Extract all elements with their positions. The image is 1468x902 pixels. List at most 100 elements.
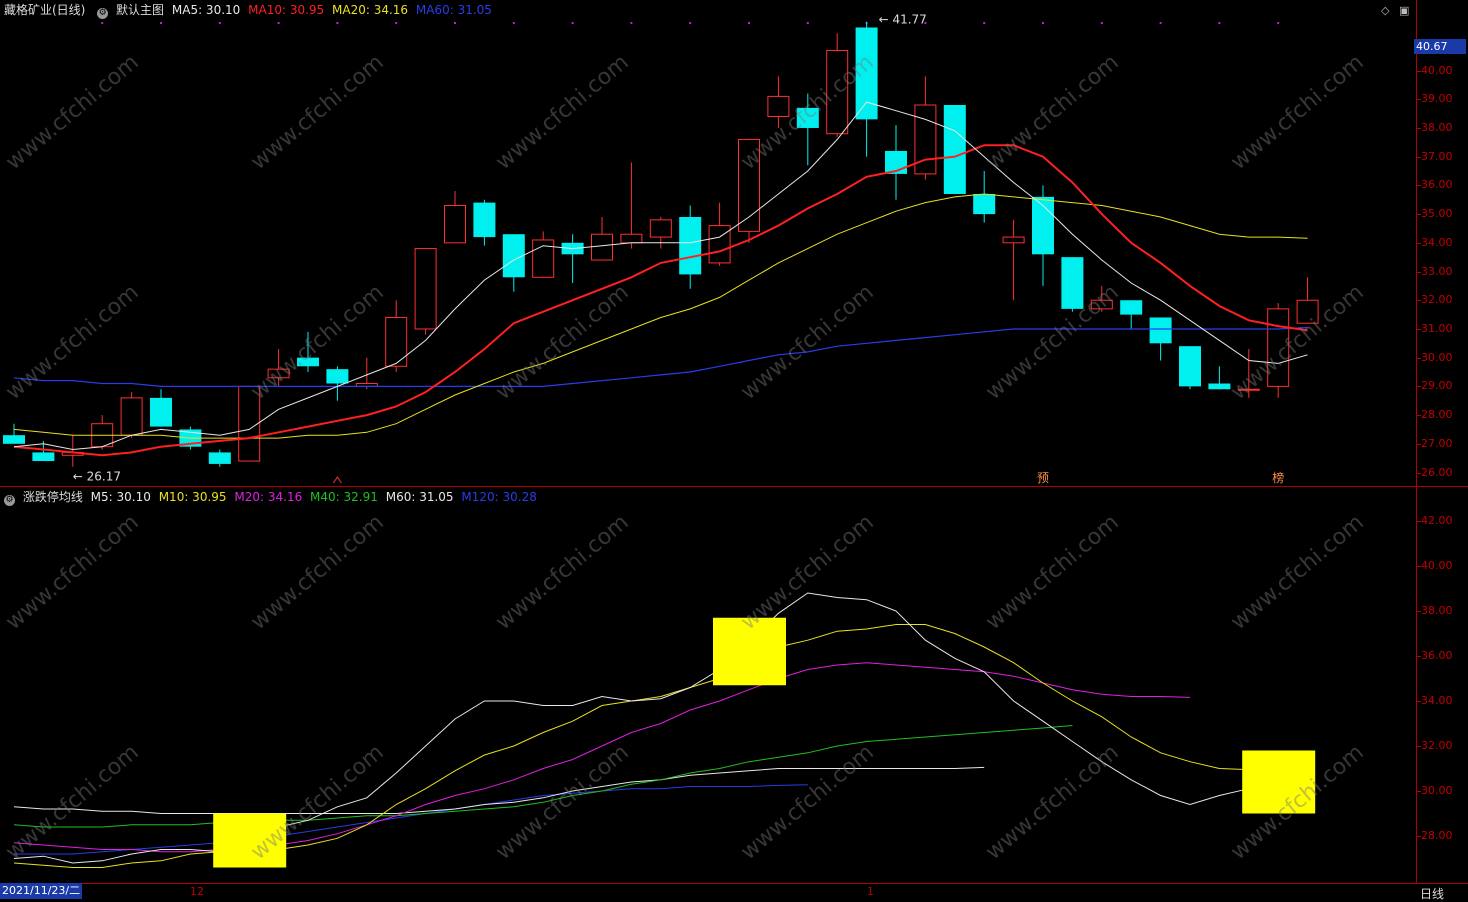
price-axis-tick: 27.00: [1421, 436, 1453, 450]
candle-body-up: [914, 104, 937, 175]
top-marker-dot: [1277, 22, 1280, 24]
m20-value: M20: 34.16: [234, 490, 303, 504]
indicator-header: ⚙ 涨跌停均线 M5: 30.10 M10: 30.95 M20: 34.16 …: [4, 490, 541, 506]
limit-marker-box: [713, 617, 786, 686]
candle-body-down: [855, 27, 878, 120]
top-marker-dot: [218, 22, 221, 24]
top-marker-dot: [806, 22, 809, 24]
stock-title[interactable]: 藏格矿业(日线): [4, 3, 85, 17]
price-axis-mark: [1417, 472, 1421, 474]
candle-body-down: [473, 202, 496, 238]
price-axis-mark: [1417, 156, 1421, 158]
price-axis-mark: [1417, 271, 1421, 273]
candle-body-up: [649, 219, 672, 238]
candle-body-up: [620, 233, 643, 244]
month-label-1: 1: [867, 885, 874, 898]
price-axis-tick: 28.00: [1421, 408, 1453, 422]
indicator-axis-tick: 28.00: [1421, 829, 1453, 842]
price-axis: 40.00 39.00 38.00 37.00 36.00 35.00 34.00 33.00…: [1416, 0, 1468, 486]
period-selector[interactable]: 日线: [1420, 885, 1444, 902]
candlestick-chart[interactable]: ← 41.77 ← 26.17 预 榜: [0, 0, 1416, 486]
m120-value: M120: 30.28: [461, 490, 537, 504]
up-arrow-icon: [332, 476, 342, 484]
indicator-axis-mark: [1417, 836, 1421, 837]
indicator-pane[interactable]: ⚙ 涨跌停均线 M5: 30.10 M10: 30.95 M20: 34.16 …: [0, 487, 1416, 883]
current-price-tag: 40.67: [1414, 39, 1466, 54]
top-marker-dot: [1218, 22, 1221, 24]
m5-line: [13, 592, 1249, 864]
price-axis-mark: [1417, 300, 1421, 302]
candle-body-up: [708, 225, 731, 264]
candle-body-down: [973, 194, 996, 215]
m40-line: [13, 725, 1073, 828]
candle-body-down: [1061, 257, 1084, 309]
candle-body-down: [1179, 346, 1201, 387]
gear-icon[interactable]: ⚙: [4, 495, 15, 506]
main-chart-pane[interactable]: ← 41.77 ← 26.17 预 榜 藏格矿业(日线) ⚙ 默认主图 MA5: 30…: [0, 0, 1416, 486]
m10-line: [13, 624, 1249, 868]
price-axis-mark: [1417, 328, 1421, 330]
ma20-value: MA20: 34.16: [332, 3, 409, 17]
m60-line: [13, 766, 985, 814]
top-marker-dot: [101, 22, 104, 24]
m10-value: M10: 30.95: [158, 490, 227, 504]
top-marker-dot: [160, 22, 162, 24]
ma60-line: [13, 326, 1308, 387]
indicator-axis-tick: 30.00: [1421, 784, 1453, 797]
candle-body-up: [1237, 388, 1260, 391]
candle-body-down: [297, 357, 319, 367]
low-price-label: ← 26.17: [73, 470, 121, 484]
candle-body-down: [1149, 317, 1172, 344]
restore-icon[interactable]: ▣: [1399, 4, 1409, 17]
price-axis-tick: 37.00: [1421, 149, 1453, 163]
date-bar[interactable]: 2021/11/23/二 12 1 日线: [0, 883, 1468, 902]
gear-icon[interactable]: ⚙: [97, 8, 109, 19]
price-axis-tick: 38.00: [1421, 120, 1453, 134]
indicator-axis-mark: [1417, 701, 1421, 702]
candle-body-up: [238, 385, 261, 462]
ma10-value: MA10: 30.95: [248, 3, 325, 17]
high-price-label: ← 41.77: [879, 13, 927, 27]
top-marker-dot: [748, 22, 750, 24]
candle-body-down: [208, 452, 231, 464]
candle-body-up: [826, 49, 849, 135]
m5-value: M5: 30.10: [90, 490, 151, 504]
candle-body-up: [1296, 299, 1319, 324]
price-axis-mark: [1417, 357, 1421, 359]
indicator-axis: 42.00 40.00 38.00 36.00 34.00 32.00 30.00 28.00: [1416, 487, 1468, 883]
price-axis-tick: 35.00: [1421, 207, 1453, 221]
indicator-axis-mark: [1417, 791, 1421, 792]
forecast-event-label: 预: [1037, 471, 1049, 485]
candle-body-up: [385, 316, 408, 367]
price-axis-tick: 32.00: [1421, 293, 1453, 307]
limit-ma-chart[interactable]: [0, 487, 1416, 883]
candle-body-down: [1120, 300, 1143, 315]
price-axis-mark: [1417, 70, 1421, 72]
candle-body-up: [444, 204, 466, 244]
candle-body-up: [120, 397, 143, 436]
price-axis-tick: 26.00: [1421, 465, 1453, 479]
price-axis-tick: 39.00: [1421, 92, 1453, 106]
price-axis-tick: 33.00: [1421, 264, 1453, 278]
candle-body-down: [1208, 383, 1231, 390]
main-chart-label[interactable]: 默认主图: [116, 3, 164, 17]
m40-value: M40: 32.91: [310, 490, 378, 504]
candle-body-up: [267, 368, 290, 379]
top-marker-dot: [1100, 22, 1103, 24]
price-axis-mark: [1417, 443, 1421, 445]
top-marker-dot: [983, 22, 986, 24]
candle-body-down: [326, 369, 349, 384]
price-axis-tick: 29.00: [1421, 379, 1453, 393]
diamond-icon[interactable]: ◇: [1381, 4, 1389, 17]
candle-body-up: [591, 233, 613, 261]
price-axis-mark: [1417, 99, 1421, 101]
m20-line: [13, 662, 1191, 853]
price-axis-tick: 30.00: [1421, 350, 1453, 364]
top-marker-dot: [336, 22, 339, 24]
candle-body-down: [679, 216, 702, 275]
candle-body-up: [414, 248, 437, 330]
indicator-axis-tick: 32.00: [1421, 739, 1453, 752]
price-axis-tick: 36.00: [1421, 178, 1453, 192]
top-marker-dot: [512, 22, 515, 24]
indicator-title[interactable]: 涨跌停均线: [23, 490, 83, 504]
